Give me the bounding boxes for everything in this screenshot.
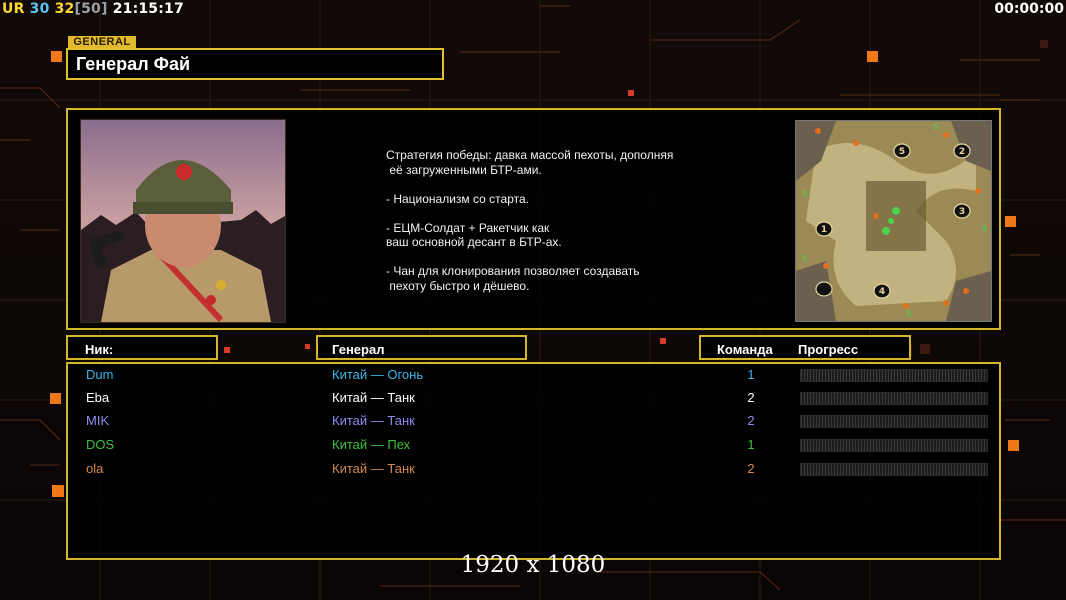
start-position-label: 2 (959, 147, 965, 157)
description-line: ваш основной десант в БТР-ах. (386, 235, 562, 249)
svg-text:$: $ (982, 224, 988, 234)
player-nick: MIK (86, 413, 110, 428)
player-row: Dum Китай — Огонь 1 (68, 365, 999, 385)
player-nick: ola (86, 461, 104, 476)
svg-text:$: $ (802, 254, 808, 264)
description-line: Стратегия победы: давка массой пехоты, д… (386, 148, 674, 162)
player-nick: Eba (86, 390, 110, 405)
column-header-team: Команда (717, 342, 773, 357)
player-general: Китай — Огонь (332, 367, 424, 382)
player-row: DOS Китай — Пех 1 (68, 435, 999, 455)
hud-cap: 50 (81, 1, 101, 17)
description-line: пехоту быстро и дёшево. (386, 278, 530, 293)
svg-text:$: $ (802, 189, 808, 199)
description-line: ​ (386, 177, 716, 192)
player-progress-bar (800, 392, 988, 405)
hud-ur: UR (2, 1, 25, 17)
description-line: ​ (386, 206, 716, 221)
player-team: 1 (747, 437, 755, 452)
start-position-label: 3 (959, 207, 965, 217)
hud-units: 32 (54, 1, 75, 17)
player-team: 2 (747, 461, 755, 476)
start-position-label: 5 (899, 147, 905, 157)
general-name-title: Генерал Фай (66, 48, 444, 80)
player-progress-bar (800, 415, 988, 428)
description-line: ​ (386, 250, 716, 265)
hud-timer: 00:00:00 (994, 1, 1064, 17)
column-header-team-progress: Команда Прогресс (699, 335, 911, 360)
player-nick: DOS (86, 437, 115, 452)
hud-stats: UR 30 32[50] 21:15:17 (2, 1, 184, 17)
player-team: 2 (747, 390, 755, 405)
general-portrait (80, 119, 286, 323)
description-line: - Национализм со старта. (386, 191, 529, 206)
svg-text:$: $ (933, 122, 939, 132)
player-general: Китай — Танк (332, 390, 415, 405)
player-progress-bar (800, 369, 988, 382)
player-row: Eba Китай — Танк 2 (68, 388, 999, 408)
description-line: её загруженными БТР-ами. (386, 162, 542, 177)
player-nick: Dum (86, 367, 114, 382)
column-header-general: Генерал (316, 335, 527, 360)
player-row: MIK Китай — Танк 2 (68, 411, 999, 431)
general-info-panel: Стратегия победы: давка массой пехоты, д… (66, 108, 1001, 330)
player-progress-bar (800, 439, 988, 452)
hud-clock: 21:15:17 (112, 1, 184, 17)
svg-text:$: $ (906, 309, 912, 319)
description-line: - Чан для клонирования позволяет создава… (386, 264, 640, 278)
map-preview[interactable]: $ $ $ $ $ 5 2 3 1 4 (795, 120, 992, 322)
column-header-progress: Прогресс (798, 342, 859, 357)
player-general: Китай — Танк (332, 413, 415, 428)
start-position-label: 4 (879, 287, 885, 297)
hud-fps: 30 (29, 1, 50, 17)
player-progress-bar (800, 463, 988, 476)
resolution-watermark: 1920 x 1080 (460, 552, 606, 578)
player-team: 2 (747, 413, 755, 428)
column-header-nick: Ник: (66, 335, 218, 360)
hud-cap-close: ] (101, 1, 108, 17)
players-list: Dum Китай — Огонь 1 Eba Китай — Танк 2 M… (66, 362, 1001, 560)
player-general: Китай — Танк (332, 461, 415, 476)
general-tag: GENERAL (68, 36, 136, 48)
player-row: ola Китай — Танк 2 (68, 459, 999, 479)
start-position-label: 1 (821, 225, 827, 235)
description-line: - ЕЦМ-Солдат + Ракетчик как (386, 220, 550, 235)
player-general: Китай — Пех (332, 437, 411, 452)
player-team: 1 (747, 367, 755, 382)
general-description: Стратегия победы: давка массой пехоты, д… (386, 148, 716, 293)
